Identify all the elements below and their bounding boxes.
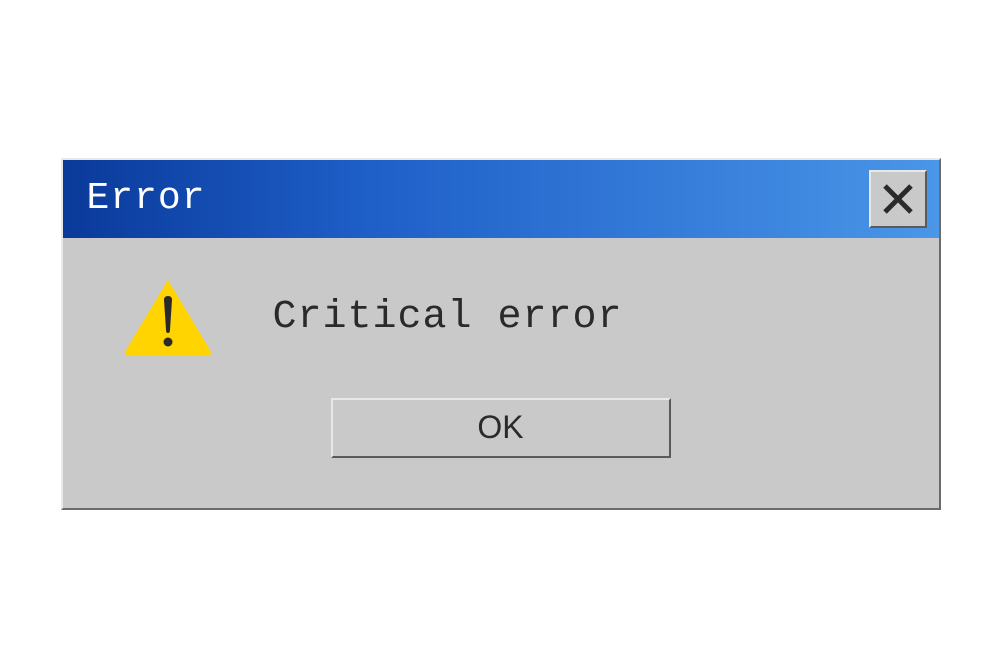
error-dialog: Error Critical error OK bbox=[61, 158, 941, 510]
ok-button[interactable]: OK bbox=[331, 398, 671, 458]
dialog-title: Error bbox=[87, 177, 206, 220]
close-icon bbox=[880, 181, 916, 217]
titlebar: Error bbox=[63, 160, 939, 238]
close-button[interactable] bbox=[869, 170, 927, 228]
warning-icon bbox=[123, 278, 213, 358]
button-area: OK bbox=[63, 388, 939, 508]
error-message: Critical error bbox=[273, 295, 623, 340]
dialog-content: Critical error bbox=[63, 238, 939, 388]
ok-button-label: OK bbox=[477, 409, 523, 446]
